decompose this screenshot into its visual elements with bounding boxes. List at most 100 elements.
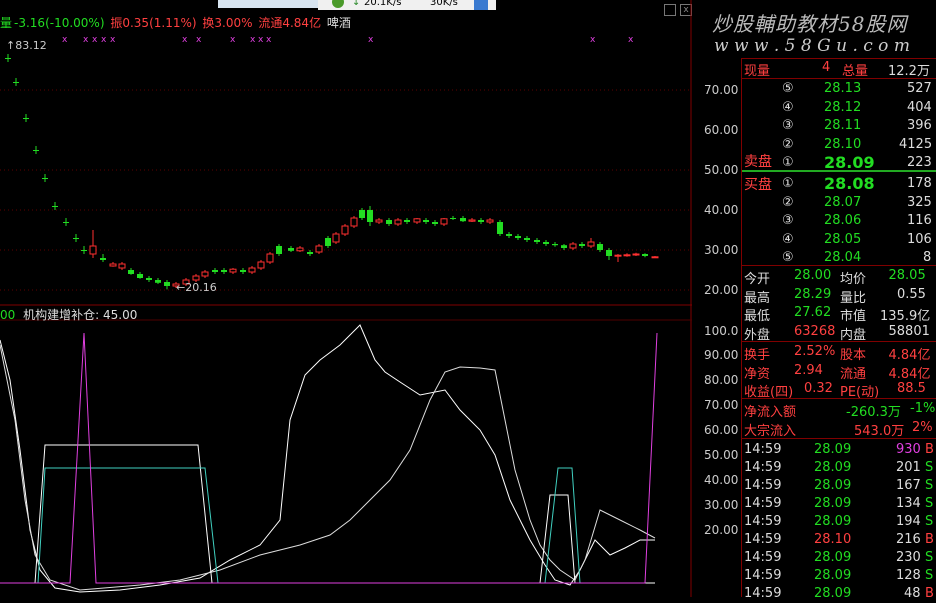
- ask-price: 28.13: [824, 81, 862, 96]
- current-volume-row: 现量 4 总量 12.2万: [744, 60, 930, 79]
- candle-body: [423, 220, 429, 222]
- candle-body: [579, 244, 585, 246]
- tick-price: 28.09: [814, 442, 852, 457]
- indicator-line-fast: [0, 324, 655, 593]
- tick-row: 14:59 28.09 167 S: [742, 477, 936, 495]
- candle-body: [137, 274, 143, 278]
- stat-value: 0.55: [897, 286, 926, 302]
- tick-price: 28.09: [814, 568, 852, 583]
- kline-chart[interactable]: xxxxxxxxxxxxxx: [0, 0, 692, 597]
- candle-body: [212, 270, 218, 272]
- signal-marker: x: [368, 35, 374, 45]
- candle-body: [73, 238, 79, 239]
- candle-body: [109, 263, 117, 267]
- signal-marker: x: [196, 35, 202, 45]
- indicator-value: 45.00: [103, 308, 138, 322]
- candle-body: [569, 243, 577, 249]
- indicator-band-white: [0, 444, 655, 584]
- stat-value: 135.9亿: [880, 309, 931, 324]
- candle-body: [23, 118, 29, 119]
- ask-price: 28.10: [824, 136, 862, 152]
- bid-level: ②: [782, 194, 794, 210]
- candle-body: [315, 245, 323, 253]
- bid-row: ① 28.08 178: [742, 174, 936, 193]
- candle-body: [33, 150, 39, 151]
- indicator-axis-label: 70.00: [704, 398, 739, 412]
- indicator-left-value: 00: [0, 308, 16, 322]
- signal-marker: x: [182, 35, 188, 45]
- stat-row: 今开 28.00 均价 28.05: [742, 267, 936, 287]
- candle-body: [248, 267, 256, 273]
- candle-body: [100, 258, 106, 260]
- candle-body: [642, 254, 648, 256]
- candle-body: [394, 219, 402, 225]
- candle-body: [386, 220, 392, 224]
- tick-time: 14:59: [744, 496, 782, 511]
- stat-value: 88.5: [897, 381, 926, 396]
- indicator-header[interactable]: 00 机构建增补仓: 45.00: [0, 306, 137, 323]
- tick-side: B: [925, 442, 934, 457]
- ask-row: ④ 28.12 404: [742, 99, 936, 117]
- tick-volume: 134: [896, 496, 921, 511]
- tick-volume: 930: [896, 442, 921, 457]
- candle-body: [468, 219, 476, 222]
- candle-body: [332, 233, 340, 243]
- candle-body: [5, 58, 11, 59]
- stat-value: 63268: [794, 323, 836, 339]
- tick-price: 28.09: [814, 586, 852, 601]
- stat-value: 4.84亿: [888, 348, 931, 363]
- tick-row: 14:59 28.10 216 B: [742, 531, 936, 549]
- candle-body: [587, 241, 595, 247]
- tick-price: 28.09: [814, 514, 852, 529]
- bid-volume: 116: [907, 213, 932, 228]
- candle-body: [432, 222, 438, 224]
- stat-label: 外盘: [744, 327, 771, 343]
- sell-label: 卖盘: [744, 154, 772, 170]
- tick-time: 14:59: [744, 550, 782, 565]
- candle-body: [81, 250, 87, 251]
- candle-body: [614, 254, 622, 257]
- candle-body: [359, 210, 365, 218]
- high-price-marker: ↑83.12: [6, 39, 47, 52]
- bid-price: 28.08: [824, 174, 875, 193]
- ask-volume: 396: [907, 118, 932, 133]
- stat-value: 0.32: [804, 381, 833, 396]
- tick-row: 14:59 28.09 48 B: [742, 585, 936, 603]
- price-axis-label: 60.00: [704, 123, 739, 137]
- stat-value: 28.29: [794, 286, 832, 302]
- indicator-signal-magenta: [0, 332, 658, 584]
- indicator-axis-label: 50.00: [704, 448, 739, 462]
- stat-row: 换手 2.52% 股本 4.84亿: [742, 343, 936, 363]
- candle-body: [367, 210, 373, 222]
- candle-body: [201, 271, 209, 277]
- stat-label: 最高: [744, 290, 771, 306]
- signal-marker: x: [101, 35, 107, 45]
- tick-volume: 167: [896, 478, 921, 493]
- bid-price: 28.05: [824, 231, 862, 247]
- bid-row: ④ 28.05 106: [742, 231, 936, 249]
- signal-marker: x: [258, 35, 264, 45]
- stat-row: 最高 28.29 量比 0.55: [742, 286, 936, 306]
- candle-body: [164, 282, 170, 286]
- tick-row: 14:59 28.09 201 S: [742, 459, 936, 477]
- candle-body: [128, 270, 134, 274]
- tick-time: 14:59: [744, 586, 782, 601]
- tick-time: 14:59: [744, 460, 782, 475]
- candle-body: [296, 247, 304, 252]
- ask-level: ④: [782, 99, 794, 115]
- indicator-axis-label: 100.0: [704, 324, 739, 338]
- ask-level: ①: [782, 155, 794, 170]
- indicator-name: 机构建增补仓: [23, 308, 96, 322]
- tick-time: 14:59: [744, 442, 782, 457]
- bid-volume: 8: [923, 250, 932, 265]
- candle-body: [42, 178, 48, 179]
- indicator-axis-label: 30.00: [704, 498, 739, 512]
- indicator-band-cyan: [0, 467, 581, 584]
- tick-volume: 216: [896, 532, 921, 547]
- tick-row: 14:59 28.09 930 B: [742, 441, 936, 459]
- ask-level: ⑤: [782, 81, 794, 96]
- candle-body: [561, 245, 567, 248]
- ask-price: 28.12: [824, 99, 862, 115]
- ask-level: ③: [782, 118, 794, 133]
- ask-volume: 404: [907, 99, 932, 115]
